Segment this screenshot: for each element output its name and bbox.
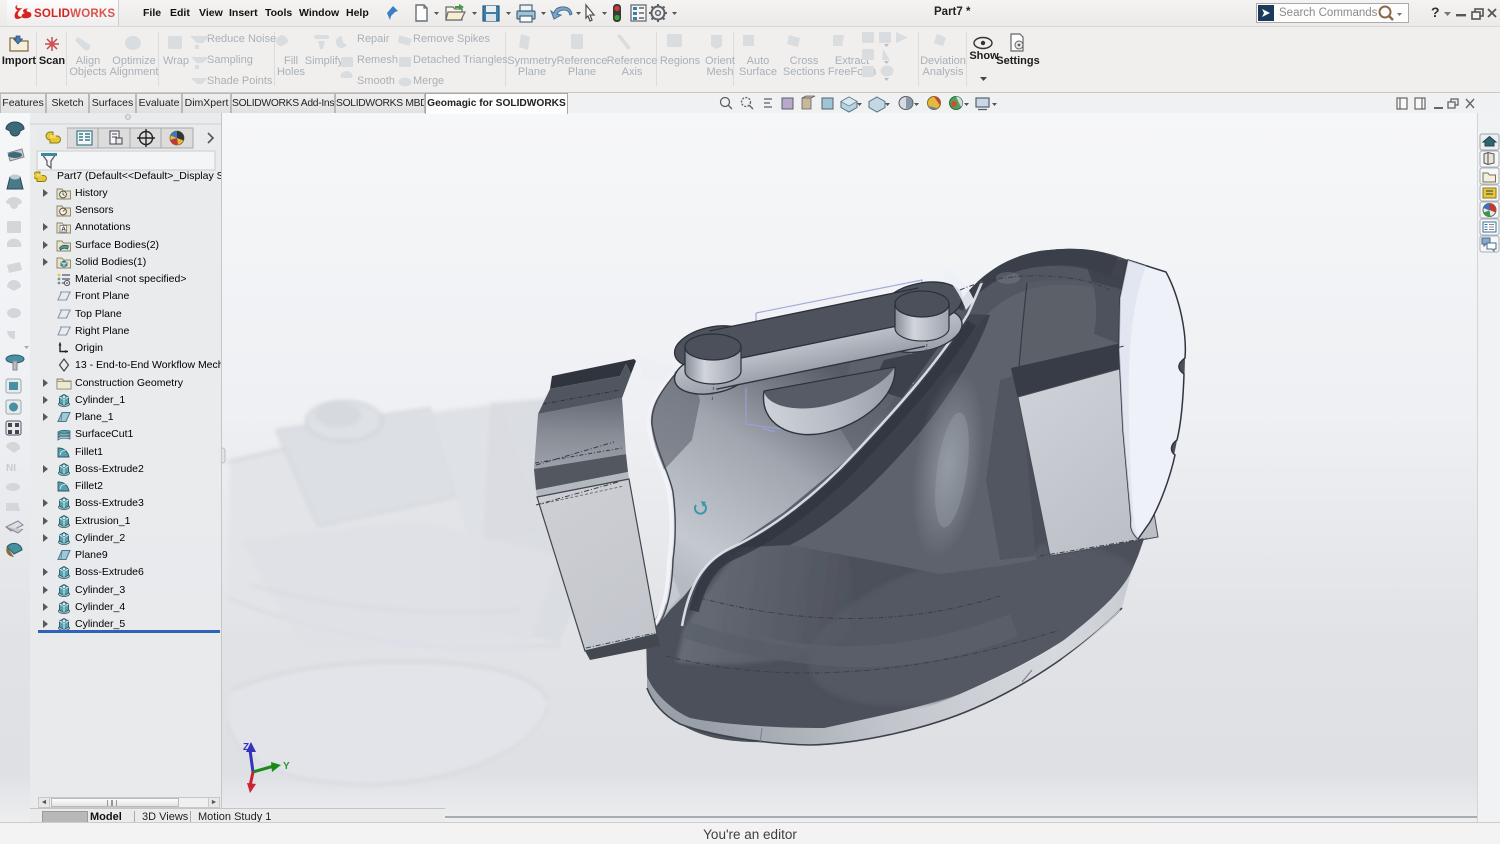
svg-text:SOLIDWORKS: SOLIDWORKS bbox=[34, 8, 115, 20]
svg-text:Y: Y bbox=[283, 761, 290, 772]
svg-text:Z: Z bbox=[243, 742, 249, 753]
svg-text:A: A bbox=[61, 226, 66, 233]
svg-text:NI: NI bbox=[6, 463, 16, 474]
